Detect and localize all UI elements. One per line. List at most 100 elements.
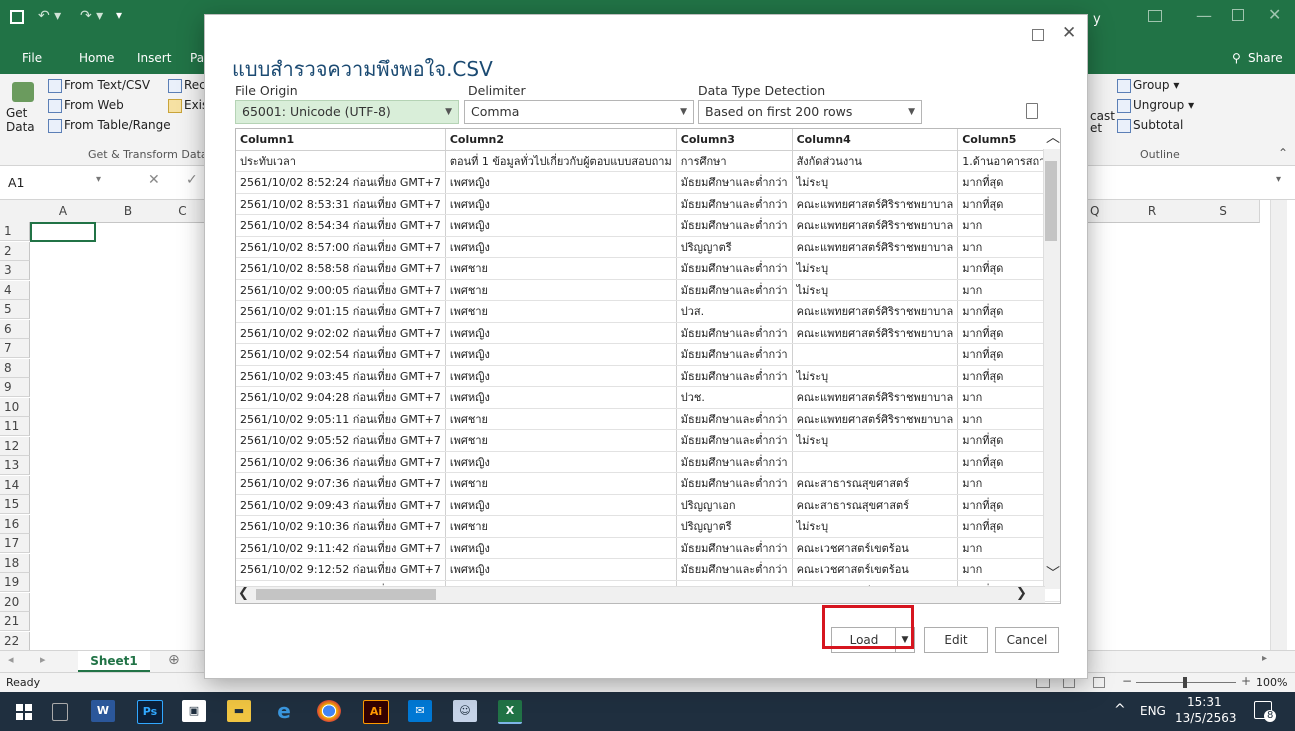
scroll-right-icon[interactable]: ❯ — [1016, 586, 1027, 601]
vertical-scroll-thumb[interactable] — [1045, 161, 1057, 241]
redo-icon[interactable]: ↷ ▾ — [80, 8, 103, 24]
row-header[interactable]: 8 — [0, 358, 30, 378]
share-icon[interactable]: ⚲ — [1232, 51, 1241, 65]
tab-page-layout[interactable]: Pa — [190, 51, 204, 65]
column-header[interactable]: Column2 — [445, 129, 677, 151]
collapse-ribbon-icon[interactable]: ⌃ — [1278, 146, 1288, 160]
row-header[interactable]: 2 — [0, 241, 30, 261]
tab-insert[interactable]: Insert — [137, 51, 171, 65]
recent-sources-button[interactable]: Rec — [168, 78, 206, 93]
edit-button[interactable]: Edit — [924, 627, 988, 653]
dialog-close-icon[interactable]: ✕ — [1062, 23, 1076, 43]
zoom-out-icon[interactable]: − — [1122, 674, 1132, 688]
cancel-formula-icon[interactable]: ✕ — [148, 172, 160, 188]
row-header[interactable]: 7 — [0, 339, 30, 358]
scroll-up-icon[interactable]: ︿ — [1046, 129, 1060, 147]
clock-date[interactable]: 13/5/2563 — [1175, 711, 1237, 725]
photoshop-icon[interactable]: Ps — [137, 700, 163, 724]
row-header[interactable]: 12 — [0, 436, 30, 456]
file-origin-dropdown[interactable]: 65001: Unicode (UTF-8) ▼ — [235, 100, 459, 124]
column-header-b[interactable]: B — [96, 200, 161, 223]
enter-formula-icon[interactable]: ✓ — [186, 172, 198, 188]
get-data-icon[interactable] — [12, 82, 34, 102]
subtotal-button[interactable]: Subtotal — [1117, 118, 1183, 133]
language-indicator[interactable]: ENG — [1140, 704, 1166, 718]
minimize-icon[interactable]: — — [1196, 6, 1212, 25]
close-icon[interactable]: ✕ — [1268, 5, 1281, 24]
zoom-level[interactable]: 100% — [1256, 676, 1287, 689]
sheet-nav-next-icon[interactable]: ▸ — [40, 653, 46, 666]
from-table-range-button[interactable]: From Table/Range — [48, 118, 171, 133]
row-header[interactable]: 18 — [0, 553, 30, 573]
tab-file[interactable]: File — [22, 51, 42, 65]
select-all-corner[interactable] — [0, 200, 31, 223]
zoom-in-icon[interactable]: + — [1241, 674, 1251, 688]
excel-taskbar-icon[interactable]: X — [498, 700, 522, 724]
windows-start-icon[interactable] — [16, 704, 32, 720]
row-header[interactable]: 14 — [0, 475, 30, 495]
mail-icon[interactable]: ✉ — [408, 700, 432, 722]
share-button[interactable]: Share — [1248, 51, 1283, 65]
ungroup-button[interactable]: Ungroup ▾ — [1117, 98, 1194, 113]
column-header[interactable]: Column1 — [236, 129, 446, 151]
cancel-button[interactable]: Cancel — [995, 627, 1059, 653]
column-header-r[interactable]: R — [1117, 200, 1188, 223]
name-box-dropdown-icon[interactable]: ▾ — [96, 174, 101, 185]
page-break-view-icon[interactable] — [1093, 677, 1105, 688]
refresh-preview-icon[interactable] — [1026, 103, 1038, 119]
dialog-maximize-icon[interactable] — [1032, 29, 1044, 41]
from-text-csv-button[interactable]: From Text/CSV — [48, 78, 150, 93]
sheet-tab-sheet1[interactable]: Sheet1 — [78, 651, 150, 672]
hscroll-right-icon[interactable]: ▸ — [1262, 653, 1267, 664]
tray-chevron-icon[interactable]: ^ — [1114, 702, 1126, 718]
existing-connections-button[interactable]: Exis — [168, 98, 208, 113]
chrome-icon[interactable] — [317, 700, 341, 722]
zoom-slider-thumb[interactable] — [1183, 677, 1187, 688]
row-header[interactable]: 19 — [0, 573, 30, 592]
normal-view-icon[interactable] — [1036, 677, 1050, 688]
page-layout-view-icon[interactable] — [1063, 677, 1075, 688]
row-header[interactable]: 6 — [0, 319, 30, 339]
restore-icon[interactable] — [1232, 9, 1244, 21]
row-header[interactable]: 20 — [0, 592, 30, 612]
horizontal-scroll-thumb[interactable] — [256, 589, 436, 600]
preview-horizontal-scrollbar[interactable]: ❮ ❯ — [236, 586, 1045, 603]
store-icon[interactable]: ▣ — [182, 700, 206, 722]
column-header-a[interactable]: A — [30, 200, 97, 223]
get-data-button[interactable]: Get Data — [6, 106, 35, 134]
customize-qat-icon[interactable]: ▾ — [116, 8, 122, 22]
tab-home[interactable]: Home — [79, 51, 114, 65]
row-header[interactable]: 4 — [0, 280, 30, 300]
row-header[interactable]: 5 — [0, 300, 30, 319]
data-type-detection-dropdown[interactable]: Based on first 200 rows ▼ — [698, 100, 922, 124]
ribbon-display-icon[interactable] — [1148, 10, 1162, 22]
name-box[interactable]: A1 — [8, 175, 25, 190]
add-sheet-icon[interactable]: ⊕ — [168, 652, 180, 668]
group-button[interactable]: Group ▾ — [1117, 78, 1179, 93]
column-header-s[interactable]: S — [1187, 200, 1260, 223]
illustrator-icon[interactable]: Ai — [363, 700, 389, 724]
row-header[interactable]: 11 — [0, 417, 30, 436]
row-header[interactable]: 1 — [0, 222, 30, 241]
vertical-scrollbar[interactable] — [1270, 200, 1287, 650]
row-header[interactable]: 15 — [0, 495, 30, 514]
delimiter-dropdown[interactable]: Comma ▼ — [464, 100, 694, 124]
preview-vertical-scrollbar[interactable]: ︿ ﹀ — [1043, 130, 1060, 589]
file-explorer-icon[interactable]: ▬ — [227, 700, 251, 722]
edge-icon[interactable]: e — [272, 700, 296, 722]
task-view-icon[interactable] — [52, 703, 68, 721]
scroll-left-icon[interactable]: ❮ — [238, 586, 249, 601]
row-header[interactable]: 21 — [0, 612, 30, 631]
column-header[interactable]: Column3 — [676, 129, 793, 151]
column-header-q[interactable]: Q — [1087, 200, 1121, 223]
row-header[interactable]: 10 — [0, 397, 30, 417]
clock-time[interactable]: 15:31 — [1187, 695, 1222, 709]
column-header-c[interactable]: C — [160, 200, 206, 223]
row-header[interactable]: 9 — [0, 378, 30, 397]
expand-formula-icon[interactable]: ▾ — [1276, 174, 1281, 185]
from-web-button[interactable]: From Web — [48, 98, 124, 113]
save-icon[interactable] — [10, 10, 24, 24]
undo-icon[interactable]: ↶ ▾ — [38, 8, 61, 24]
row-header[interactable]: 22 — [0, 631, 30, 651]
scroll-down-icon[interactable]: ﹀ — [1046, 563, 1060, 583]
